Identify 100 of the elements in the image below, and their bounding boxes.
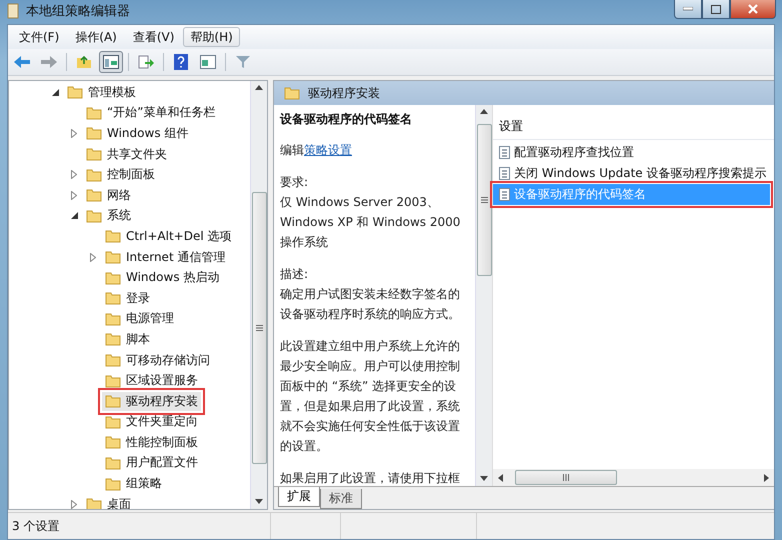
- tree-item[interactable]: 网络: [83, 186, 134, 205]
- tree-item[interactable]: 桌面: [83, 494, 134, 509]
- description-paragraph: 要求: 仅 Windows Server 2003、Windows XP 和 Windows 2000 操作系统: [280, 174, 462, 251]
- scrollbar[interactable]: [493, 469, 774, 486]
- menu-item[interactable]: 文件(F): [12, 27, 66, 47]
- folder-icon: [105, 414, 121, 429]
- tree-item[interactable]: 系统: [83, 206, 134, 226]
- policy-icon: [499, 188, 510, 201]
- status-text: 3 个设置: [11, 518, 60, 534]
- scrollbar[interactable]: [250, 81, 267, 509]
- tree-item[interactable]: 可移动存储访问: [102, 350, 213, 370]
- minimize-icon: [683, 7, 693, 11]
- maximize-button[interactable]: [702, 0, 730, 19]
- back-arrow-icon: [13, 55, 31, 69]
- console-tree-button[interactable]: [99, 51, 123, 73]
- view-tab[interactable]: 扩展: [278, 487, 320, 507]
- pane-icon: [103, 55, 119, 69]
- setting-row[interactable]: 配置驱动程序查找位置: [493, 142, 770, 163]
- folder-icon: [284, 86, 300, 100]
- expand-arrow-icon[interactable]: [71, 170, 77, 180]
- menu-item[interactable]: 帮助(H): [183, 27, 240, 47]
- folder-icon: [105, 353, 121, 368]
- scroll-up-arrow-icon[interactable]: [255, 84, 263, 92]
- document-icon: [6, 3, 20, 19]
- filter-icon: [236, 55, 250, 69]
- scroll-left-arrow-icon[interactable]: [497, 474, 505, 482]
- folder-icon: [105, 476, 121, 491]
- scroll-down-arrow-icon[interactable]: [255, 498, 263, 506]
- close-icon: [748, 4, 758, 14]
- grip-icon: [563, 474, 569, 481]
- tree-item[interactable]: 性能控制面板: [102, 432, 201, 452]
- folder-icon: [105, 291, 121, 306]
- folder-icon: [105, 250, 121, 264]
- tree-item[interactable]: 共享文件夹: [83, 144, 170, 164]
- tree-item[interactable]: 用户配置文件: [102, 453, 201, 472]
- folder-icon: [105, 270, 121, 285]
- description-paragraph: 如果启用了此设置，请使用下拉框: [280, 470, 461, 486]
- tree-item[interactable]: 区域设置服务: [102, 371, 201, 390]
- grip-icon: [480, 197, 488, 203]
- collapse-arrow-icon[interactable]: [52, 88, 58, 96]
- folder-icon: [67, 85, 83, 100]
- tree-item[interactable]: “开始”菜单和任务栏: [83, 103, 218, 122]
- folder-up-icon: [76, 55, 92, 69]
- scrollbar[interactable]: [475, 105, 492, 486]
- tree-item[interactable]: 文件夹重定向: [102, 412, 201, 432]
- folder-icon: [105, 374, 121, 388]
- collapse-arrow-icon[interactable]: [70, 212, 78, 220]
- description-paragraph: 描述: 确定用户试图安装未经数字签名的设备驱动程序时系统的响应方式。: [280, 266, 461, 323]
- folder-icon: [105, 229, 121, 244]
- description-paragraph: 此设置建立组中用户系统上允许的最少安全响应。用户可以使用控制面板中的 “系统” 选择更安全的设置，但是如果启用了此设置，系统就不会实施任何安全性低于该设置的设置。: [280, 338, 461, 455]
- scroll-down-arrow-icon[interactable]: [480, 475, 488, 483]
- folder-icon: [105, 332, 121, 346]
- tree-item[interactable]: Internet 通信管理: [102, 248, 228, 267]
- policy-title: 设备驱动程序的代码签名: [280, 111, 413, 128]
- header-title: 驱动程序安装: [308, 84, 380, 102]
- minimize-button[interactable]: [674, 0, 702, 19]
- tree-item[interactable]: Windows 热启动: [102, 268, 222, 288]
- folder-icon: [86, 147, 102, 162]
- grip-icon: [256, 325, 262, 331]
- policy-settings-link[interactable]: 策略设置: [304, 143, 352, 157]
- pane-icon: [200, 55, 216, 69]
- expand-arrow-icon[interactable]: [71, 190, 77, 200]
- setting-row[interactable]: 关闭 Windows Update 设备驱动程序搜索提示: [493, 163, 770, 184]
- folder-icon: [105, 435, 121, 450]
- folder-icon: [105, 312, 121, 326]
- menu-item[interactable]: 查看(V): [126, 27, 182, 47]
- expand-arrow-icon[interactable]: [71, 128, 77, 138]
- forward-arrow-icon: [40, 55, 58, 69]
- menu-item[interactable]: 操作(A): [68, 27, 124, 47]
- tree-item[interactable]: 登录: [102, 288, 153, 308]
- window-title: 本地组策略编辑器: [26, 3, 130, 20]
- scroll-up-arrow-icon[interactable]: [480, 108, 488, 116]
- policy-icon: [499, 167, 510, 180]
- folder-icon: [86, 106, 102, 120]
- tree-item[interactable]: 组策略: [102, 474, 165, 494]
- help-icon: [174, 54, 188, 70]
- folder-icon: [86, 188, 102, 202]
- policy-icon: [499, 146, 510, 159]
- tree-item[interactable]: 电源管理: [102, 309, 177, 328]
- expand-arrow-icon[interactable]: [90, 252, 96, 262]
- edit-policy-text: 编辑策略设置: [280, 142, 353, 159]
- close-button[interactable]: [730, 0, 776, 19]
- folder-icon: [105, 394, 121, 408]
- tree-item[interactable]: 管理模板: [64, 82, 139, 102]
- column-header[interactable]: 设置: [493, 109, 774, 140]
- export-icon: [138, 55, 154, 69]
- folder-icon: [86, 208, 102, 223]
- maximize-icon: [711, 4, 721, 14]
- scroll-right-arrow-icon[interactable]: [762, 474, 770, 482]
- tree-item[interactable]: Windows 组件: [83, 124, 192, 143]
- tree-item[interactable]: Ctrl+Alt+Del 选项: [102, 226, 234, 246]
- folder-icon: [86, 497, 102, 509]
- folder-icon: [86, 168, 102, 182]
- tree-item[interactable]: 驱动程序安装: [102, 392, 201, 411]
- tree-item[interactable]: 控制面板: [83, 165, 158, 184]
- expand-arrow-icon[interactable]: [71, 500, 77, 509]
- folder-icon: [86, 126, 102, 140]
- tree-item[interactable]: 脚本: [102, 330, 153, 349]
- folder-icon: [105, 456, 121, 470]
- view-tab[interactable]: 标准: [320, 489, 362, 509]
